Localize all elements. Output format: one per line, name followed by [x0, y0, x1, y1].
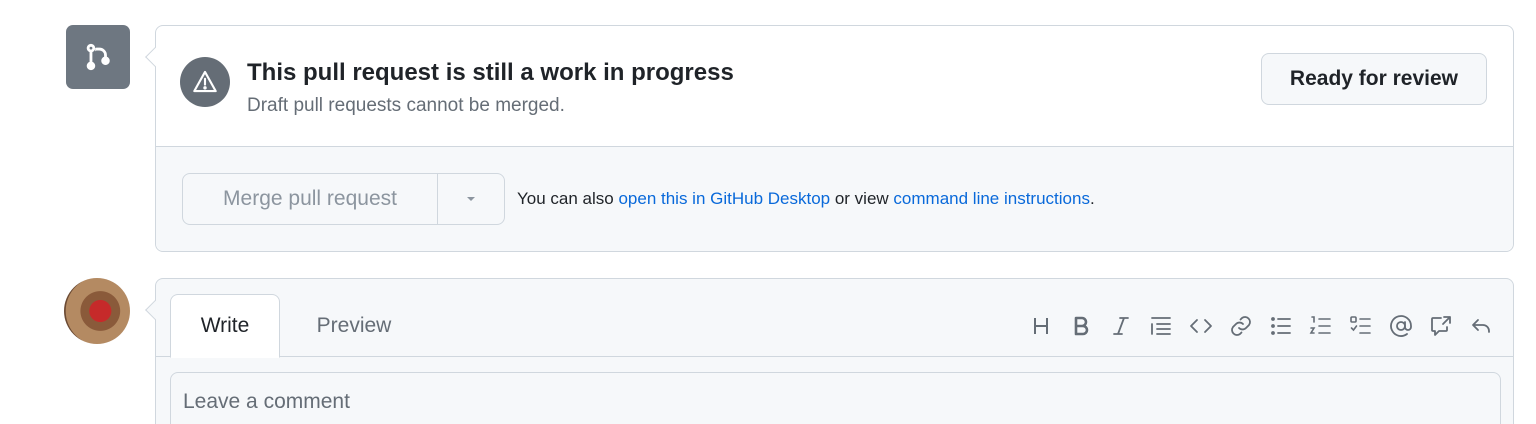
ready-for-review-button[interactable]: Ready for review [1260, 53, 1487, 105]
ordered-list-icon[interactable] [1301, 309, 1341, 343]
merge-note-prefix: You can also [517, 189, 619, 208]
markdown-toolbar [1021, 309, 1501, 343]
cross-reference-icon[interactable] [1421, 309, 1461, 343]
reply-icon[interactable] [1461, 309, 1501, 343]
task-list-icon[interactable] [1341, 309, 1381, 343]
command-line-link[interactable]: command line instructions [893, 189, 1090, 208]
merge-box: This pull request is still a work in pro… [145, 25, 1514, 252]
pull-request-footer: This pull request is still a work in pro… [0, 0, 1536, 424]
triangle-down-icon [467, 197, 475, 201]
merge-options-dropdown[interactable] [438, 174, 504, 224]
unordered-list-icon[interactable] [1261, 309, 1301, 343]
link-icon[interactable] [1221, 309, 1261, 343]
italic-icon[interactable] [1101, 309, 1141, 343]
heading-icon[interactable] [1021, 309, 1061, 343]
comment-tab-bar: Write Preview [156, 279, 1513, 358]
github-desktop-link[interactable]: open this in GitHub Desktop [618, 189, 830, 208]
comment-textarea[interactable]: Leave a comment [170, 372, 1501, 424]
draft-subtitle: Draft pull requests cannot be merged. [247, 95, 565, 116]
comment-box: Write Preview Leave a comment [145, 278, 1514, 424]
tab-preview[interactable]: Preview [314, 294, 394, 358]
merge-button-group: Merge pull request [182, 173, 505, 225]
merge-note: You can also open this in GitHub Desktop… [517, 189, 1095, 209]
bold-icon[interactable] [1061, 309, 1101, 343]
draft-title: This pull request is still a work in pro… [247, 59, 734, 86]
mention-icon[interactable] [1381, 309, 1421, 343]
merge-note-suffix: . [1089, 189, 1095, 208]
merge-note-middle: or view [830, 189, 894, 208]
quote-icon[interactable] [1141, 309, 1181, 343]
merge-actions-section: Merge pull request You can also open thi… [156, 147, 1513, 251]
code-icon[interactable] [1181, 309, 1221, 343]
draft-status-section: This pull request is still a work in pro… [156, 26, 1513, 147]
git-merge-icon [66, 25, 130, 89]
merge-pull-request-button[interactable]: Merge pull request [183, 174, 438, 224]
alert-icon [180, 57, 230, 107]
avatar[interactable] [64, 278, 130, 344]
tab-write[interactable]: Write [170, 294, 280, 358]
